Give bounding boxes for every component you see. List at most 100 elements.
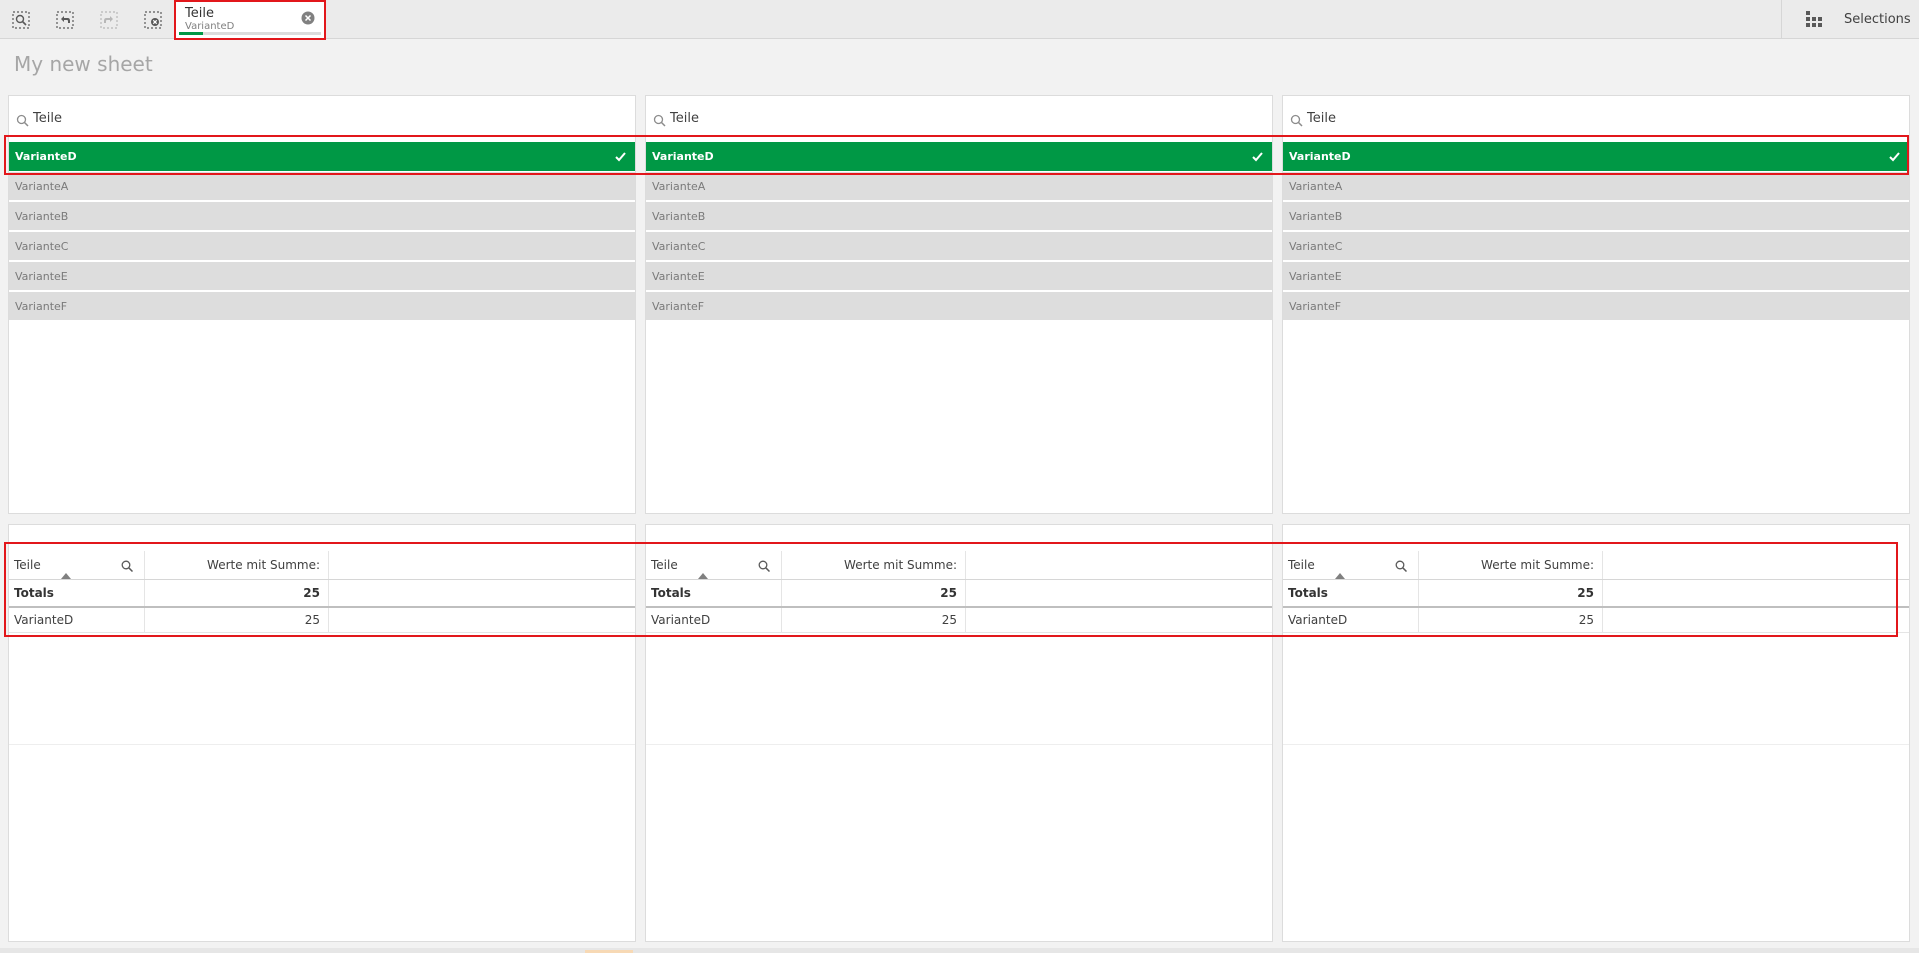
column-header-label: Werte mit Summe: [1481,558,1594,572]
list-item-variantec[interactable]: VarianteC [1283,232,1909,261]
search-icon[interactable] [653,112,666,127]
list-item-label: VarianteB [652,209,706,223]
list-item-variantec[interactable]: VarianteC [9,232,635,261]
list-item-variantee[interactable]: VarianteE [646,262,1272,291]
clear-selections-icon [144,11,162,29]
column-header-teile[interactable]: Teile [9,551,145,579]
selection-field-name: Teile [185,6,214,21]
selection-value: VarianteD [185,21,235,32]
table-cell-dimension[interactable]: VarianteD [9,608,145,632]
column-header-teile[interactable]: Teile [1283,551,1419,579]
selection-state-fill [179,32,204,35]
list-item-label: VarianteF [15,299,68,313]
list-item-label: VarianteC [15,239,69,253]
totals-row: Totals 25 [646,580,1272,608]
column-header-label: Teile [1288,558,1315,572]
totals-label: Totals [646,580,782,606]
filter-pane-title: Teile [670,110,699,126]
filter-pane-title: Teile [1307,110,1336,126]
list-item-variantee[interactable]: VarianteE [1283,262,1909,291]
selection-state-bar [179,32,321,35]
list-item-varianted[interactable]: VarianteD [1283,142,1909,171]
totals-row: Totals 25 [1283,580,1909,608]
step-back-icon [56,11,74,29]
list-item-varianted[interactable]: VarianteD [646,142,1272,171]
footer-bar [0,948,1919,953]
column-header-label: Werte mit Summe: [844,558,957,572]
table-cell-measure: 25 [145,608,329,632]
list-item-label: VarianteE [15,269,68,283]
search-icon[interactable] [1290,112,1303,127]
list-item-variantee[interactable]: VarianteE [9,262,635,291]
step-back-button[interactable] [53,8,77,32]
column-header-werte[interactable]: Werte mit Summe: [145,551,329,579]
straight-table: Teile Werte mit Summe: Totals 25 VarianteD 25 [645,524,1273,942]
sort-ascending-icon [61,573,71,579]
list-item-label: VarianteA [1289,179,1343,193]
table-row[interactable]: VarianteD 25 [646,608,1272,633]
table-cell-measure: 25 [1419,608,1603,632]
search-icon[interactable] [121,560,134,573]
list-item-label: VarianteA [15,179,69,193]
totals-value: 25 [1419,580,1603,606]
current-selection-item[interactable]: Teile VarianteD [174,0,326,40]
table-header: Teile Werte mit Summe: [9,551,635,580]
search-icon[interactable] [758,560,771,573]
table-cell-dimension[interactable]: VarianteD [1283,608,1419,632]
selections-icon [1806,11,1822,27]
totals-label: Totals [9,580,145,606]
filter-pane-title: Teile [33,110,62,126]
list-item-label: VarianteB [15,209,69,223]
list-item-label: VarianteF [1289,299,1342,313]
list-item-variantec[interactable]: VarianteC [646,232,1272,261]
straight-table: Teile Werte mit Summe: Totals 25 VarianteD 25 [1282,524,1910,942]
list-item-varianteb[interactable]: VarianteB [646,202,1272,231]
smart-search-button[interactable] [9,8,33,32]
column-header-werte[interactable]: Werte mit Summe: [1419,551,1603,579]
totals-row: Totals 25 [9,580,635,608]
clear-selections-button[interactable] [141,8,165,32]
filter-pane: Teile VarianteD VarianteA VarianteB Variante… [1282,95,1910,514]
filter-pane: Teile VarianteD VarianteA VarianteB Variante… [8,95,636,514]
sort-ascending-icon [698,573,708,579]
list-item-variantef[interactable]: VarianteF [646,292,1272,321]
table-cell-dimension[interactable]: VarianteD [646,608,782,632]
list-item-variantea[interactable]: VarianteA [646,172,1272,201]
list-item-varianted[interactable]: VarianteD [9,142,635,171]
search-icon[interactable] [1395,560,1408,573]
filter-pane-header[interactable]: Teile [9,96,635,140]
column-header-teile[interactable]: Teile [646,551,782,579]
selections-tool-button[interactable]: Selections [1781,0,1919,38]
filter-pane-header[interactable]: Teile [1283,96,1909,140]
list-item-label: VarianteE [652,269,705,283]
step-forward-button[interactable] [97,8,121,32]
table-row[interactable]: VarianteD 25 [9,608,635,633]
search-icon[interactable] [16,112,29,127]
sort-ascending-icon [1335,573,1345,579]
column-header-label: Teile [14,558,41,572]
list-item-variantea[interactable]: VarianteA [9,172,635,201]
totals-value: 25 [145,580,329,606]
list-item-varianteb[interactable]: VarianteB [1283,202,1909,231]
list-item-variantef[interactable]: VarianteF [1283,292,1909,321]
table-header: Teile Werte mit Summe: [1283,551,1909,580]
totals-value: 25 [782,580,966,606]
list-item-label: VarianteB [1289,209,1343,223]
sheet-title: My new sheet [14,52,153,76]
straight-table: Teile Werte mit Summe: Totals 25 VarianteD 25 [8,524,636,942]
filter-pane: Teile VarianteD VarianteA VarianteB Variante… [645,95,1273,514]
filter-pane-header[interactable]: Teile [646,96,1272,140]
list-item-varianteb[interactable]: VarianteB [9,202,635,231]
column-header-werte[interactable]: Werte mit Summe: [782,551,966,579]
list-item-variantef[interactable]: VarianteF [9,292,635,321]
table-cell-measure: 25 [782,608,966,632]
totals-label: Totals [1283,580,1419,606]
list-item-label: VarianteF [652,299,705,313]
list-item-variantea[interactable]: VarianteA [1283,172,1909,201]
close-selection-icon[interactable] [301,11,315,25]
list-item-label: VarianteE [1289,269,1342,283]
list-item-label: VarianteD [15,150,77,163]
table-row[interactable]: VarianteD 25 [1283,608,1909,633]
column-header-label: Teile [651,558,678,572]
list-item-label: VarianteA [652,179,706,193]
